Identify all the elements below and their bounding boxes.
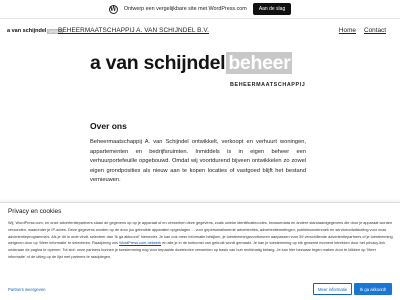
hero-logo: a van schijndel beheer BEHEERMAATSCHAPPI… [90, 52, 340, 102]
about-paragraph: Beheermaatschappij A. van Schijndel ontw… [90, 139, 306, 184]
wordpress-icon: W [108, 4, 118, 14]
site-logo-name: a van schijndel [7, 28, 47, 34]
site-title-link[interactable]: BEHEERMAATSCHAPPIJ A. VAN SCHIJNDEL B.V. [58, 27, 209, 34]
site-header: a van schijndel beheer BEHEERMAATSCHAPPI… [0, 19, 400, 45]
cookie-title: Privacy en cookies [8, 208, 62, 215]
site-logo[interactable]: a van schijndel beheer [7, 28, 64, 34]
cookie-banner: Privacy en cookies Wij, WordPress.com, e… [0, 202, 400, 300]
hero-logo-suffix: beheer [226, 52, 293, 74]
agree-button[interactable]: Ik ga akkoord! [354, 283, 393, 295]
cookie-actions: Partners weergeven Meer informatie Ik ga… [0, 283, 400, 297]
promo-text: Ontwerp een vergelijkbare site met WordP… [123, 6, 247, 12]
hero-logo-tagline: BEHEERMAATSCHAPPIJ [230, 82, 306, 88]
page-heading: Over ons [90, 121, 127, 131]
hero-logo-name: a van schijndel [90, 52, 226, 74]
more-info-button[interactable]: Meer informatie [313, 283, 353, 295]
get-started-button[interactable]: Aan de slag [252, 3, 292, 15]
show-partners-button[interactable]: Partners weergeven [8, 283, 45, 295]
main-nav: Home Contact [339, 27, 386, 34]
cookie-body: Wij, WordPress.com, en onze advertentiep… [8, 220, 394, 261]
nav-contact[interactable]: Contact [364, 27, 386, 34]
cookie-network-link[interactable]: WordPress.com-netwerk [119, 241, 161, 245]
nav-home[interactable]: Home [339, 27, 356, 34]
promo-bar: W Ontwerp een vergelijkbare site met Wor… [0, 0, 400, 19]
